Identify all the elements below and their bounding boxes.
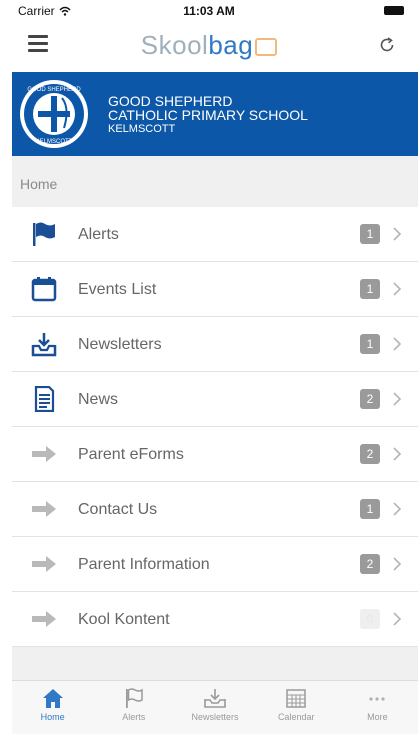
menu-item-contact-us[interactable]: Contact Us 1 (12, 482, 418, 537)
tab-more[interactable]: More (337, 681, 418, 734)
logo-text-accent: bag (208, 30, 254, 60)
school-crest-icon: GOOD SHEPHERD KELMSCOTT (20, 80, 88, 148)
school-name-line2: CATHOLIC PRIMARY SCHOOL (108, 107, 308, 123)
more-icon (369, 697, 386, 701)
menu-item-label: Contact Us (78, 501, 158, 518)
menu-item-label: Newsletters (78, 336, 162, 353)
status-bar: Carrier 11:03 AM (0, 0, 418, 22)
menu-item-label: Parent eForms (78, 446, 184, 463)
tab-label: More (367, 712, 388, 722)
menu-list: Alerts 1 Events List 1 Newsletters 1 New… (12, 207, 418, 647)
school-name-line1: GOOD SHEPHERD (108, 93, 233, 109)
tab-label: Home (40, 712, 65, 722)
menu-item-newsletters[interactable]: Newsletters 1 (12, 317, 418, 372)
logo-text-primary: Skool (140, 30, 209, 60)
menu-item-label: Alerts (78, 226, 119, 243)
count-badge: 0 (360, 609, 380, 629)
count-badge: 1 (360, 224, 380, 244)
chevron-right-icon (393, 612, 402, 626)
tab-calendar[interactable]: Calendar (256, 681, 337, 734)
battery-icon (384, 6, 404, 15)
calendar-icon (286, 689, 306, 708)
section-title: Home (20, 176, 58, 192)
school-name: GOOD SHEPHERD CATHOLIC PRIMARY SCHOOL KE… (108, 94, 308, 136)
calendar-icon (31, 277, 57, 302)
school-location: KELMSCOTT (108, 123, 176, 135)
menu-item-label: Events List (78, 281, 157, 298)
chevron-right-icon (393, 502, 402, 516)
app-header: Skoolbag (0, 22, 418, 72)
menu-item-alerts[interactable]: Alerts 1 (12, 207, 418, 262)
count-badge: 1 (360, 334, 380, 354)
chevron-right-icon (393, 447, 402, 461)
tab-label: Newsletters (191, 712, 239, 722)
tab-newsletters[interactable]: Newsletters (174, 681, 255, 734)
bottom-tab-bar: Home Alerts Newsletters Calendar More (12, 680, 418, 734)
document-icon (34, 386, 55, 412)
menu-item-parent-information[interactable]: Parent Information 2 (12, 537, 418, 592)
chevron-right-icon (393, 337, 402, 351)
home-icon (42, 689, 63, 708)
inbox-icon (31, 333, 57, 357)
menu-item-kool-kontent[interactable]: Kool Kontent 0 (12, 592, 418, 647)
chevron-right-icon (393, 392, 402, 406)
flag-icon (33, 222, 55, 246)
school-banner: GOOD SHEPHERD KELMSCOTT GOOD SHEPHERD CA… (12, 72, 418, 156)
tab-label: Alerts (122, 712, 146, 722)
app-logo: Skoolbag (0, 30, 418, 61)
chevron-right-icon (393, 282, 402, 296)
list-footer-space (12, 647, 418, 680)
menu-item-label: Kool Kontent (78, 611, 170, 628)
app-screen: Carrier 11:03 AM Skoolbag GOOD SHEPHERD … (0, 0, 418, 734)
flag-icon (125, 688, 143, 708)
arrow-right-icon (32, 611, 56, 627)
refresh-button[interactable] (378, 36, 396, 54)
count-badge: 2 (360, 444, 380, 464)
menu-item-news[interactable]: News 2 (12, 372, 418, 427)
crest-bottom-text: KELMSCOTT (36, 139, 73, 145)
tab-label: Calendar (277, 712, 315, 722)
menu-item-parent-eforms[interactable]: Parent eForms 2 (12, 427, 418, 482)
arrow-right-icon (32, 501, 56, 517)
tab-home[interactable]: Home (12, 681, 93, 734)
tab-alerts[interactable]: Alerts (93, 681, 174, 734)
chevron-right-icon (393, 227, 402, 241)
menu-item-label: News (78, 391, 119, 408)
menu-item-label: Parent Information (78, 556, 210, 573)
bag-icon (255, 38, 278, 56)
inbox-icon (204, 689, 226, 708)
status-time: 11:03 AM (183, 4, 235, 18)
section-header: Home (12, 156, 418, 212)
menu-item-events-list[interactable]: Events List 1 (12, 262, 418, 317)
count-badge: 2 (360, 554, 380, 574)
crest-top-text: GOOD SHEPHERD (27, 87, 81, 93)
arrow-right-icon (32, 446, 56, 462)
chevron-right-icon (393, 557, 402, 571)
count-badge: 1 (360, 279, 380, 299)
count-badge: 2 (360, 389, 380, 409)
count-badge: 1 (360, 499, 380, 519)
arrow-right-icon (32, 556, 56, 572)
